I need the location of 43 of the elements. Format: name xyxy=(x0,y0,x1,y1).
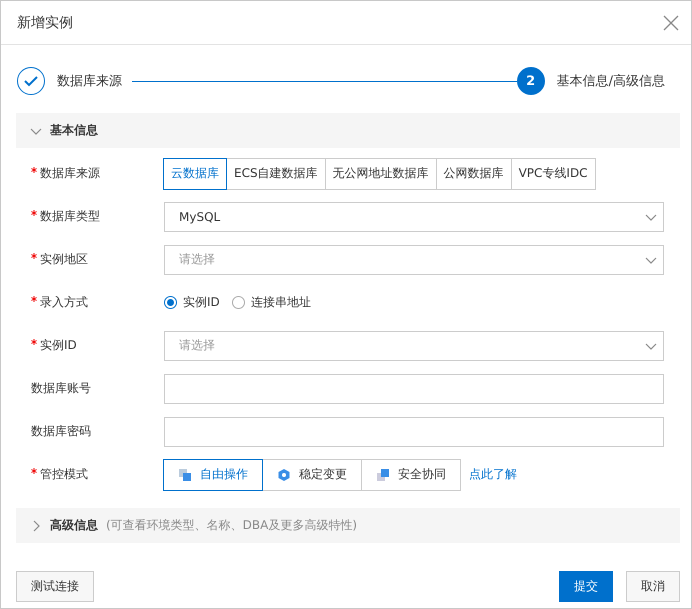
select-field[interactable]: MySQL xyxy=(164,202,664,232)
source-tab[interactable]: 公网数据库 xyxy=(436,158,512,190)
field-label: 管控模式 xyxy=(31,466,164,483)
source-tab[interactable]: 无公网地址数据库 xyxy=(324,158,437,190)
section-title: 基本信息 xyxy=(50,122,98,139)
input-field[interactable] xyxy=(164,374,664,404)
test-connection-button[interactable]: 测试连接 xyxy=(16,571,94,602)
dialog-title: 新增实例 xyxy=(17,14,73,32)
close-icon[interactable] xyxy=(663,14,679,30)
radio-label: 实例ID xyxy=(183,294,220,311)
field-label: 实例地区 xyxy=(31,251,164,268)
radio-button[interactable] xyxy=(164,296,177,309)
source-tab[interactable]: VPC专线IDC xyxy=(510,158,596,190)
squares-icon xyxy=(376,468,390,482)
section-title: 高级信息 xyxy=(50,517,98,534)
section-header[interactable]: 基本信息 xyxy=(16,113,680,148)
select-placeholder: 请选择 xyxy=(179,337,215,354)
input-field[interactable] xyxy=(164,416,664,446)
step-label: 基本信息/高级信息 xyxy=(556,73,665,90)
step-number: 2 xyxy=(516,67,545,95)
mode-button[interactable]: 安全协同 xyxy=(361,458,461,490)
field-label: 数据库密码 xyxy=(31,423,92,440)
squares-icon xyxy=(178,468,192,482)
mode-button[interactable]: 稳定变更 xyxy=(262,458,362,490)
source-tab[interactable]: ECS自建数据库 xyxy=(226,158,326,190)
hexagon-icon xyxy=(277,468,291,482)
section-hint: (可查看环境类型、名称、DBA及更多高级特性) xyxy=(106,517,358,534)
radio-label: 连接串地址 xyxy=(250,294,311,311)
field-label: 数据库来源 xyxy=(31,165,164,182)
field-label: 实例ID xyxy=(31,337,164,354)
source-tab[interactable]: 云数据库 xyxy=(163,158,227,190)
learn-more-link[interactable]: 点此了解 xyxy=(469,466,517,483)
select-placeholder: 请选择 xyxy=(179,251,215,268)
cancel-button[interactable]: 取消 xyxy=(626,571,680,602)
mode-button[interactable]: 自由操作 xyxy=(163,458,263,490)
section-header[interactable]: 高级信息 (可查看环境类型、名称、DBA及更多高级特性) xyxy=(16,508,680,543)
submit-button[interactable]: 提交 xyxy=(559,571,613,602)
field-label: 录入方式 xyxy=(31,294,164,311)
field-label: 数据库账号 xyxy=(31,380,92,397)
field-label: 数据库类型 xyxy=(31,208,164,225)
step-label: 数据库来源 xyxy=(57,73,122,90)
radio-button[interactable] xyxy=(232,296,245,309)
select-value: MySQL xyxy=(179,210,220,224)
